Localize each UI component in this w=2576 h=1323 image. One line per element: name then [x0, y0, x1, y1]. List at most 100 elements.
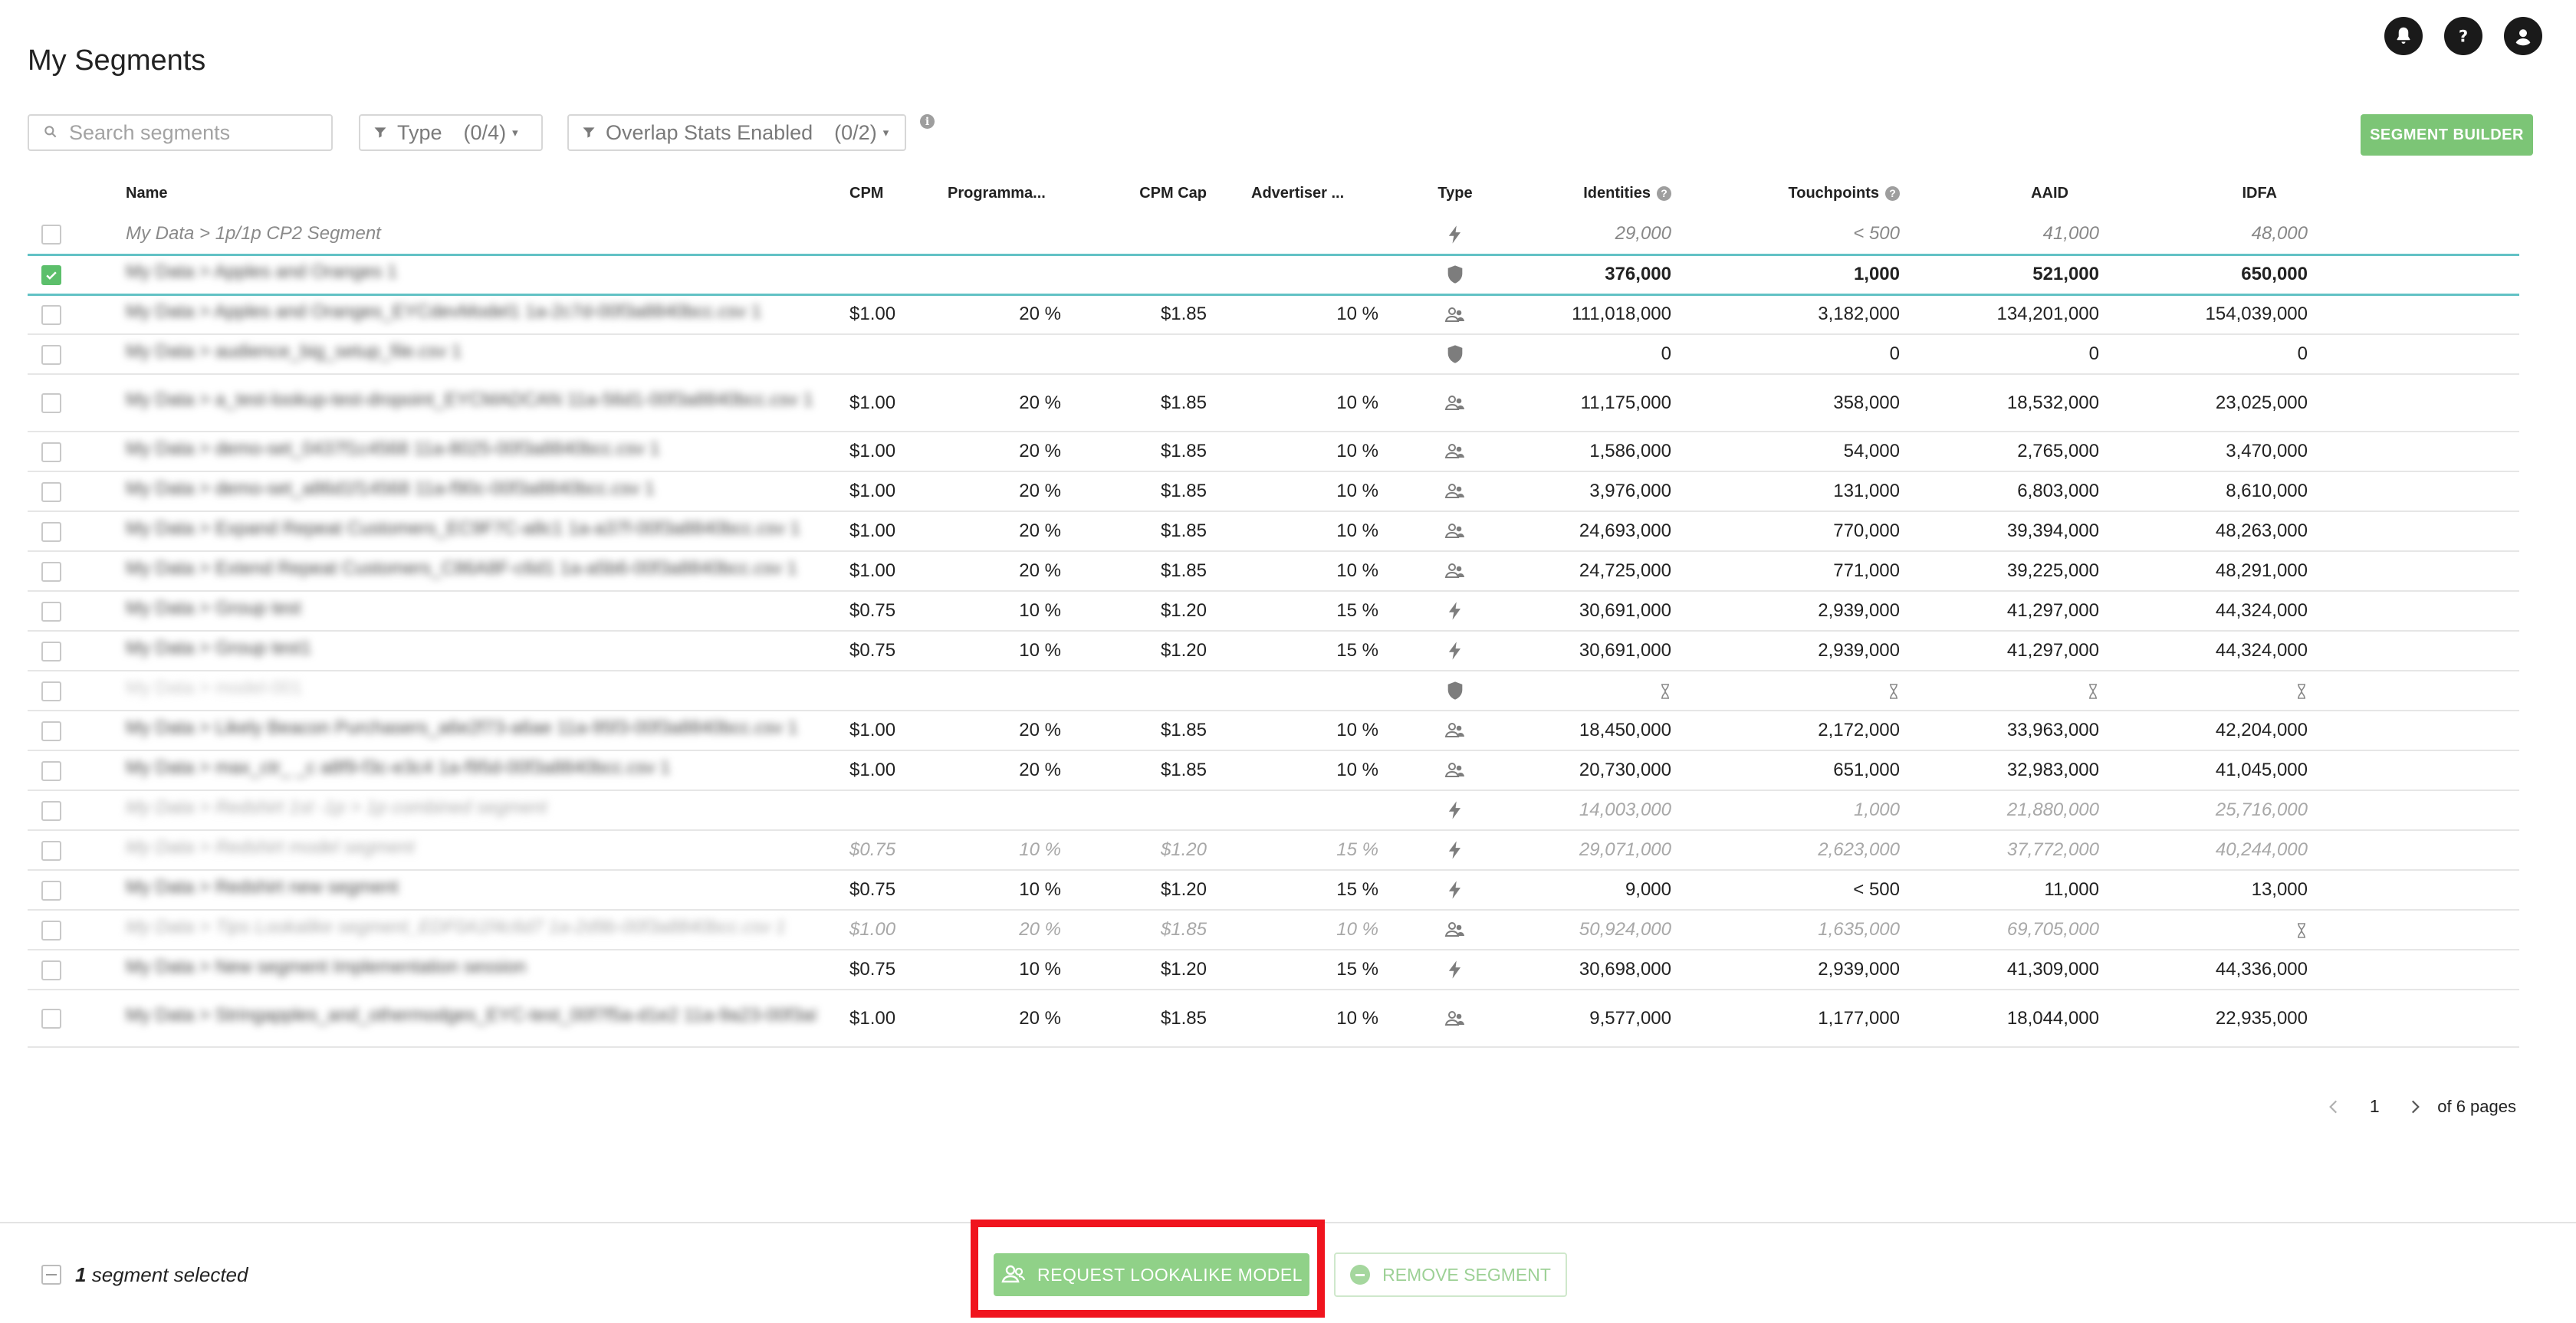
row-checkbox[interactable]	[41, 521, 61, 542]
segment-name-cell[interactable]: My Data > Apples and Oranges 1	[126, 253, 849, 296]
request-lookalike-model-button[interactable]: REQUEST LOOKALIKE MODEL	[994, 1253, 1309, 1296]
table-row[interactable]: My Data > a_test-lookup-test-dropoint_EY…	[28, 374, 2519, 432]
segment-name[interactable]: My Data > demo-set_0437f1c4568 11a-8025-…	[126, 438, 660, 460]
table-row[interactable]: My Data > demo-set_a86d1f14568 11a-f90c-…	[28, 471, 2519, 512]
table-row[interactable]: My Data > Likely Beacon Purchasers_a6e2f…	[28, 711, 2519, 751]
table-row[interactable]: My Data > model-001	[28, 671, 2519, 711]
row-checkbox[interactable]	[41, 960, 61, 980]
segment-name-cell[interactable]: My Data > demo-set_a86d1f14568 11a-f90c-…	[126, 471, 849, 512]
segment-name[interactable]: My Data > Apples and Oranges_EYCdevModel…	[126, 301, 761, 323]
column-header-cpm-cap[interactable]: CPM Cap	[1092, 172, 1214, 215]
segment-name[interactable]: My Data > max_ctr_ _c a8f9-f3c-e3c4 1a-f…	[126, 757, 670, 779]
notifications-icon[interactable]	[2384, 17, 2423, 55]
row-checkbox[interactable]	[41, 760, 61, 781]
segment-name-cell[interactable]: My Data > model-001	[126, 671, 849, 711]
help-icon[interactable]: ?	[1885, 185, 1900, 201]
segment-name[interactable]: My Data > Group test	[126, 598, 301, 619]
row-checkbox[interactable]	[41, 920, 61, 941]
table-row[interactable]: My Data > max_ctr_ _c a8f9-f3c-e3c4 1a-f…	[28, 750, 2519, 791]
segment-name[interactable]: My Data > Expand Repeat Customers_EC9F7C…	[126, 518, 800, 540]
column-header-type[interactable]: Type	[1395, 172, 1515, 215]
segment-name[interactable]: My Data > audience_big_setup_file.csv 1	[126, 341, 462, 363]
segment-name[interactable]: My Data > New segment Implementation ses…	[126, 957, 526, 978]
segment-name-cell[interactable]: My Data > max_ctr_ _c a8f9-f3c-e3c4 1a-f…	[126, 750, 849, 791]
column-header-identities[interactable]: Identities?	[1515, 172, 1671, 215]
row-checkbox[interactable]	[41, 1009, 61, 1029]
table-row[interactable]: My Data > Group test $0.75 10 % $1.20 15 % 30…	[28, 591, 2519, 632]
row-checkbox[interactable]	[41, 481, 61, 502]
table-row[interactable]: My Data > Group test1 $0.75 10 % $1.20 15 % 3…	[28, 631, 2519, 671]
row-checkbox[interactable]	[41, 224, 61, 245]
row-checkbox[interactable]	[41, 344, 61, 365]
help-icon[interactable]: ?	[2444, 17, 2482, 55]
segment-name-cell[interactable]: My Data > Stringapples_and_othermodges_E…	[126, 990, 849, 1048]
segment-name[interactable]: My Data > Extend Repeat Customers_C86A8F…	[126, 558, 797, 579]
help-icon[interactable]: ?	[1657, 185, 1671, 201]
segment-name[interactable]: My Data > Stringapples_and_othermodges_E…	[126, 1005, 816, 1026]
segment-name[interactable]: My Data > Redshirt 1st -1p > 1p combined…	[126, 797, 547, 819]
row-checkbox[interactable]	[41, 264, 61, 285]
table-row[interactable]: My Data > Redshirt model segment $0.75 10 …	[28, 830, 2519, 871]
column-header-name[interactable]: Name	[126, 172, 849, 215]
segment-name-cell[interactable]: My Data > Redshirt new segment	[126, 870, 849, 911]
segment-name[interactable]: My Data > Likely Beacon Purchasers_a6e2f…	[126, 717, 798, 739]
table-row[interactable]: My Data > Apples and Oranges 1 376,000 1,0…	[28, 253, 2519, 296]
row-checkbox[interactable]	[41, 601, 61, 622]
column-header-idfa[interactable]: IDFA	[2099, 172, 2308, 215]
overlap-filter-button[interactable]: Overlap Stats Enabled (0/2) ▾	[567, 114, 906, 151]
row-checkbox[interactable]	[41, 442, 61, 462]
column-header-programmatic[interactable]: Programma...	[948, 172, 1092, 215]
type-filter-button[interactable]: Type (0/4) ▾	[359, 114, 543, 151]
column-header-advertiser[interactable]: Advertiser ...	[1214, 172, 1395, 215]
table-row[interactable]: My Data > 1p/1p CP2 Segment 29,000 < 500 41…	[28, 215, 2519, 255]
segment-name[interactable]: My Data > Group test1	[126, 638, 311, 659]
table-row[interactable]: My Data > Stringapples_and_othermodges_E…	[28, 990, 2519, 1048]
segment-name-cell[interactable]: My Data > audience_big_setup_file.csv 1	[126, 334, 849, 375]
segment-name-cell[interactable]: My Data > Tips Lookalike segment_EDF0A1f…	[126, 910, 849, 950]
segment-name-cell[interactable]: My Data > 1p/1p CP2 Segment	[126, 215, 849, 255]
segment-builder-button[interactable]: SEGMENT BUILDER	[2361, 114, 2533, 156]
row-checkbox[interactable]	[41, 304, 61, 325]
row-checkbox[interactable]	[41, 840, 61, 861]
segment-name-cell[interactable]: My Data > Expand Repeat Customers_EC9F7C…	[126, 511, 849, 552]
info-icon[interactable]: i	[920, 114, 935, 129]
table-row[interactable]: My Data > demo-set_0437f1c4568 11a-8025-…	[28, 432, 2519, 472]
page-number[interactable]: 1	[2351, 1096, 2397, 1117]
account-icon[interactable]	[2504, 17, 2542, 55]
table-row[interactable]: My Data > Redshirt new segment $0.75 10 % $…	[28, 870, 2519, 911]
segment-name[interactable]: My Data > Redshirt new segment	[126, 877, 399, 898]
row-checkbox[interactable]	[41, 880, 61, 901]
column-header-aaid[interactable]: AAID	[1900, 172, 2099, 215]
select-all-checkbox[interactable]	[41, 1265, 61, 1285]
segment-name[interactable]: My Data > Tips Lookalike segment_EDF0A1f…	[126, 917, 786, 938]
segment-name-cell[interactable]: My Data > a_test-lookup-test-dropoint_EY…	[126, 374, 849, 432]
table-row[interactable]: My Data > audience_big_setup_file.csv 1 0…	[28, 334, 2519, 375]
table-row[interactable]: My Data > New segment Implementation ses…	[28, 950, 2519, 990]
segment-name[interactable]: My Data > Redshirt model segment	[126, 837, 415, 858]
column-header-cpm[interactable]: CPM	[849, 172, 948, 215]
remove-segment-button[interactable]: REMOVE SEGMENT	[1334, 1252, 1567, 1297]
table-row[interactable]: My Data > Expand Repeat Customers_EC9F7C…	[28, 511, 2519, 552]
segment-name-cell[interactable]: My Data > Group test1	[126, 631, 849, 671]
row-checkbox[interactable]	[41, 641, 61, 662]
segment-name-cell[interactable]: My Data > Group test	[126, 591, 849, 632]
segment-name-cell[interactable]: My Data > Redshirt model segment	[126, 830, 849, 871]
row-checkbox[interactable]	[41, 721, 61, 741]
chevron-left-icon[interactable]	[2324, 1097, 2344, 1117]
row-checkbox[interactable]	[41, 561, 61, 582]
search-box[interactable]	[28, 114, 333, 151]
segment-name-cell[interactable]: My Data > demo-set_0437f1c4568 11a-8025-…	[126, 432, 849, 472]
table-row[interactable]: My Data > Redshirt 1st -1p > 1p combined…	[28, 790, 2519, 831]
segment-name-cell[interactable]: My Data > Apples and Oranges_EYCdevModel…	[126, 294, 849, 335]
segment-name[interactable]: My Data > Apples and Oranges 1	[126, 261, 397, 283]
segment-name[interactable]: My Data > a_test-lookup-test-dropoint_EY…	[126, 389, 813, 411]
search-input[interactable]	[67, 120, 316, 146]
segment-name[interactable]: My Data > model-001	[126, 678, 302, 699]
row-checkbox[interactable]	[41, 681, 61, 701]
segment-name-cell[interactable]: My Data > Extend Repeat Customers_C86A8F…	[126, 551, 849, 592]
chevron-right-icon[interactable]	[2405, 1097, 2425, 1117]
segment-name-cell[interactable]: My Data > New segment Implementation ses…	[126, 950, 849, 990]
table-row[interactable]: My Data > Apples and Oranges_EYCdevModel…	[28, 294, 2519, 335]
segment-name[interactable]: My Data > 1p/1p CP2 Segment	[126, 223, 381, 244]
segment-name-cell[interactable]: My Data > Likely Beacon Purchasers_a6e2f…	[126, 711, 849, 751]
